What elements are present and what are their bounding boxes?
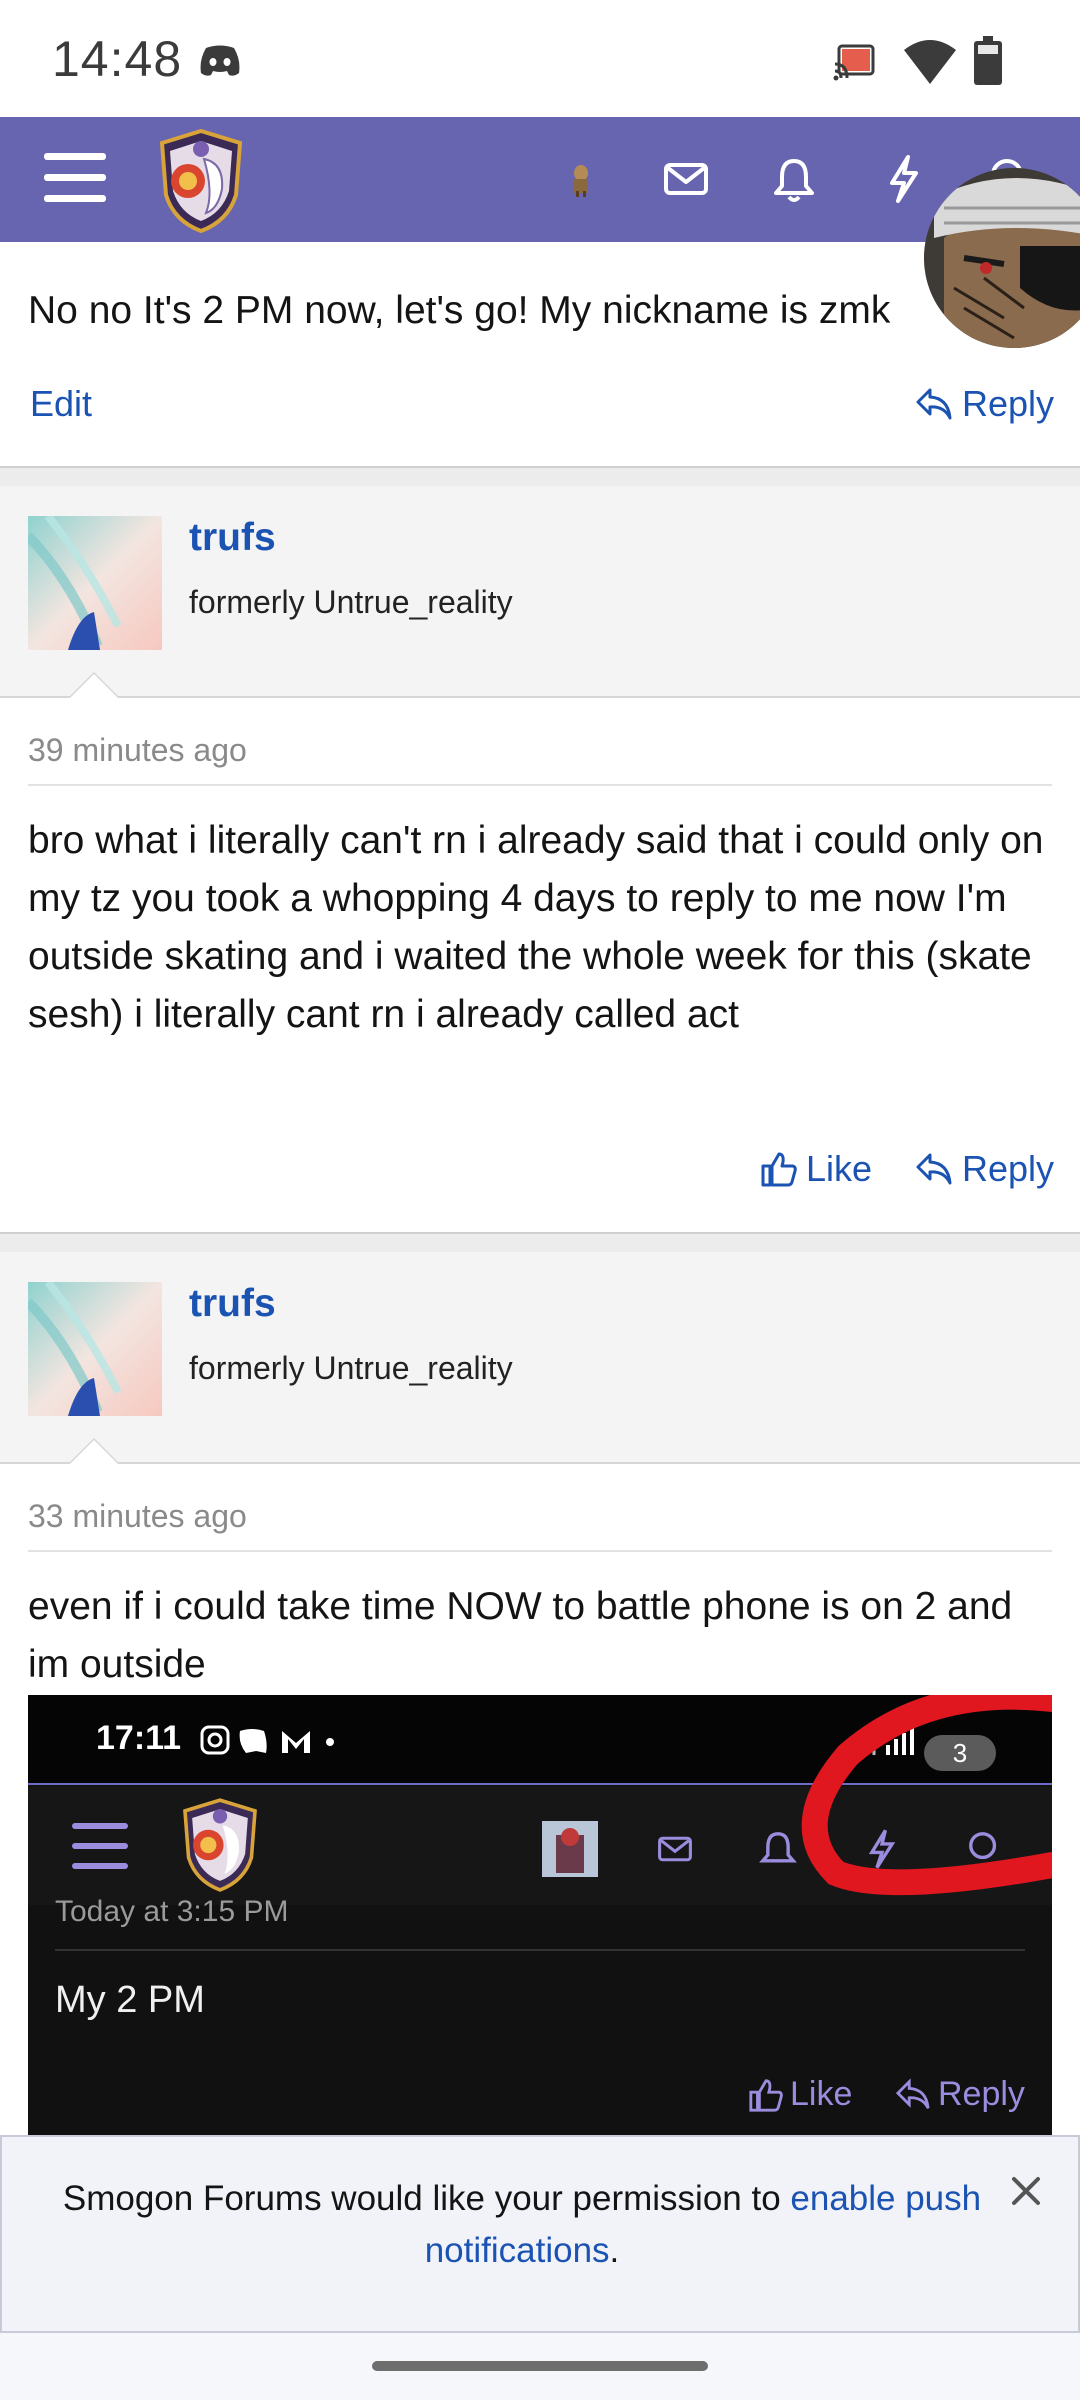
push-notification-banner: Smogon Forums would like your permission… bbox=[0, 2135, 1080, 2333]
post-gap bbox=[0, 468, 1080, 486]
post-user-title: formerly Untrue_reality bbox=[189, 584, 513, 620]
post-notch-fill bbox=[70, 674, 118, 698]
bolt-icon[interactable] bbox=[878, 153, 930, 205]
post-user-title: formerly Untrue_reality bbox=[189, 1350, 513, 1386]
attached-screenshot[interactable]: 17:11 3 Today at 3:15 PM My 2 PM Like Re… bbox=[28, 1695, 1052, 2135]
post-username[interactable]: trufs bbox=[189, 516, 276, 560]
cast-icon bbox=[833, 44, 875, 81]
reply-button[interactable]: Reply bbox=[914, 1148, 1054, 1190]
discord-icon bbox=[200, 45, 240, 76]
envelope-icon[interactable] bbox=[660, 153, 712, 205]
bell-icon[interactable] bbox=[768, 153, 820, 205]
notification-period: . bbox=[609, 2231, 620, 2270]
status-bar: 14:48 bbox=[0, 0, 1080, 117]
status-time: 14:48 bbox=[52, 31, 183, 87]
post-timestamp[interactable]: 39 minutes ago bbox=[28, 732, 247, 769]
reply-label: Reply bbox=[962, 1148, 1055, 1189]
post-gap bbox=[0, 1234, 1080, 1252]
post-timestamp[interactable]: 33 minutes ago bbox=[28, 1498, 247, 1535]
wifi-icon bbox=[904, 40, 956, 84]
previous-post-text: No no It's 2 PM now, let's go! My nickna… bbox=[28, 289, 891, 332]
post-author-block: trufs formerly Untrue_reality bbox=[0, 486, 1080, 698]
red-annotation-circle bbox=[801, 1695, 1052, 1896]
like-button[interactable]: Like bbox=[760, 1148, 872, 1190]
post-body-text: bro what i literally can't rn i already … bbox=[28, 819, 1044, 1036]
menu-icon[interactable] bbox=[44, 153, 106, 203]
post-notch-fill bbox=[70, 1440, 118, 1464]
post-separator bbox=[28, 784, 1052, 786]
smogon-logo[interactable] bbox=[152, 129, 250, 233]
post-author-block: trufs formerly Untrue_reality bbox=[0, 1252, 1080, 1464]
post-body-text: even if i could take time NOW to battle … bbox=[28, 1585, 1013, 1686]
user-avatar-trufs[interactable] bbox=[28, 516, 162, 650]
notification-text: Smogon Forums would like your permission… bbox=[62, 2179, 791, 2218]
post-separator bbox=[28, 1550, 1052, 1552]
reply-button[interactable]: Reply bbox=[914, 383, 1054, 425]
notification-message: Smogon Forums would like your permission… bbox=[32, 2173, 1012, 2277]
user-avatar-trufs[interactable] bbox=[28, 1282, 162, 1416]
like-label: Like bbox=[806, 1148, 873, 1189]
close-icon[interactable] bbox=[1008, 2173, 1044, 2209]
edit-button[interactable]: Edit bbox=[30, 383, 92, 425]
user-avatar[interactable] bbox=[566, 161, 596, 197]
thumbs-up-icon bbox=[761, 1152, 797, 1187]
reply-icon bbox=[916, 388, 952, 420]
home-gesture-handle[interactable] bbox=[372, 2361, 708, 2371]
battery-icon bbox=[974, 36, 1002, 85]
top-nav-bar bbox=[0, 117, 1080, 242]
reply-icon bbox=[916, 1153, 952, 1185]
reply-label: Reply bbox=[962, 383, 1055, 424]
post-username[interactable]: trufs bbox=[189, 1282, 276, 1326]
system-navigation-bar bbox=[0, 2333, 1080, 2400]
